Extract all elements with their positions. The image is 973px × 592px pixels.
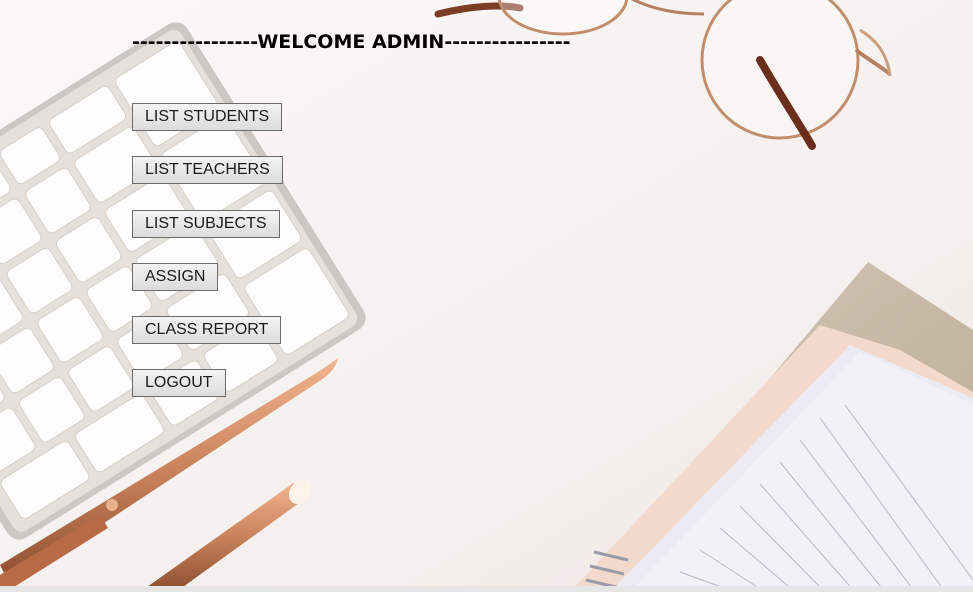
window-bottom-edge <box>0 586 973 592</box>
admin-dashboard-page: ----------------WELCOME ADMIN-----------… <box>0 0 973 592</box>
welcome-heading: ----------------WELCOME ADMIN-----------… <box>132 31 571 53</box>
logout-button[interactable]: LOGOUT <box>132 369 226 397</box>
list-teachers-button[interactable]: LIST TEACHERS <box>132 156 283 184</box>
assign-button[interactable]: ASSIGN <box>132 263 219 291</box>
desk-photo-background <box>0 0 973 592</box>
list-subjects-button[interactable]: LIST SUBJECTS <box>132 210 280 238</box>
list-students-button[interactable]: LIST STUDENTS <box>132 103 283 131</box>
class-report-button[interactable]: CLASS REPORT <box>132 316 282 344</box>
